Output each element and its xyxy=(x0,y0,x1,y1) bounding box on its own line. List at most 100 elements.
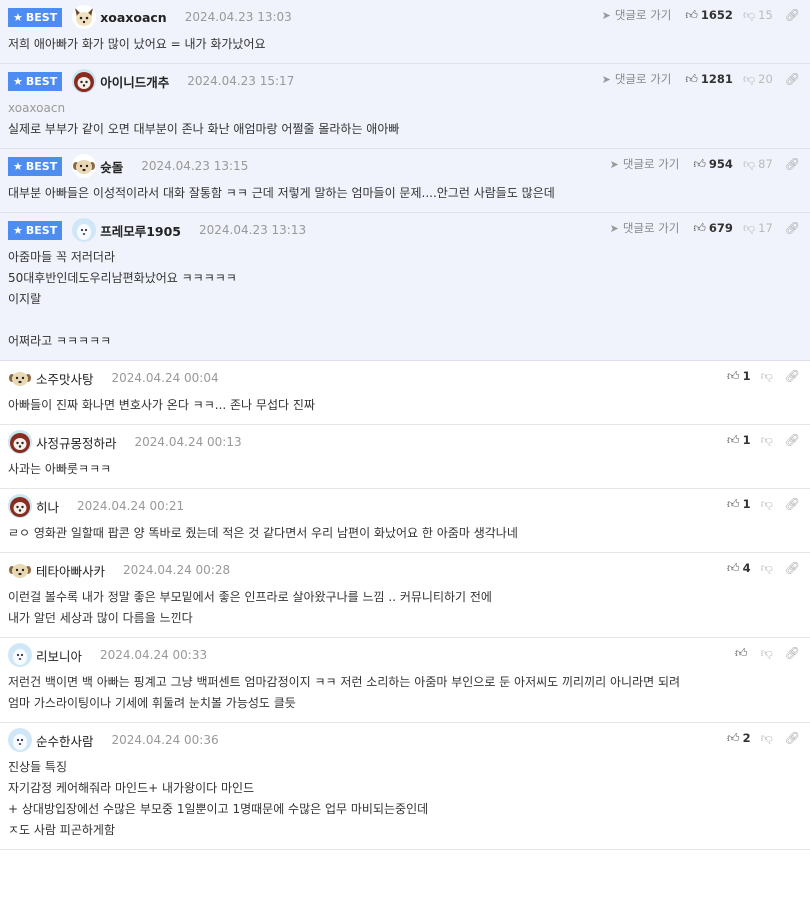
downvote-button[interactable]: 👎︎ xyxy=(761,562,773,574)
comment-body: 저희 애아빠가 화가 많이 났어요 = 내가 화가났어요 xyxy=(8,34,802,63)
go-to-reply-link[interactable]: ➤ 댓글로 가기 xyxy=(602,71,672,87)
nickname[interactable]: 소주맛사탕 xyxy=(36,369,94,388)
link-icon[interactable]: 🔗︎ xyxy=(785,222,800,234)
nickname[interactable]: 아이니드개추 xyxy=(100,72,169,91)
comment-line: 저희 애아빠가 화가 많이 났어요 = 내가 화가났어요 xyxy=(8,37,266,51)
avatar[interactable] xyxy=(8,494,32,518)
star-icon: ★ xyxy=(13,10,23,24)
avatar[interactable] xyxy=(8,643,32,667)
comment-body: ㄹㅇ 영화관 일할때 팝콘 양 똑바로 줬는데 적은 것 같다면서 우리 남편이… xyxy=(8,523,802,552)
comment-actions: ➤ 댓글로 가기 👍︎ 1652 👎︎ 15 🔗︎ xyxy=(602,0,800,30)
thumbs-down-icon: 👎︎ xyxy=(742,72,756,86)
upvote-count: 1652 xyxy=(700,8,733,22)
nickname[interactable]: 히나 xyxy=(36,497,59,516)
link-icon[interactable]: 🔗︎ xyxy=(785,73,800,85)
send-arrow-icon: ➤ xyxy=(601,72,611,86)
downvote-count: 87 xyxy=(758,157,773,171)
thumbs-down-icon: 👎︎ xyxy=(742,157,756,171)
upvote-count: 1281 xyxy=(700,72,733,86)
upvote-count: 954 xyxy=(708,157,733,171)
link-icon[interactable]: 🔗︎ xyxy=(785,434,800,446)
nickname[interactable]: xoaxoacn xyxy=(100,10,166,25)
nickname[interactable]: 사정규몽정하라 xyxy=(36,433,117,452)
comment: 히나 2024.04.24 00:21 👍︎ 1 👎︎ 🔗︎ ㄹㅇ 영화관 일할때… xyxy=(0,489,810,553)
nickname[interactable]: 프레모루1905 xyxy=(100,221,181,240)
downvote-count: 15 xyxy=(758,8,773,22)
avatar[interactable] xyxy=(72,5,97,29)
send-arrow-icon: ➤ xyxy=(609,157,619,171)
downvote-button[interactable]: 👎︎ 17 xyxy=(743,221,773,235)
upvote-button[interactable]: 👍︎ 1 xyxy=(727,369,751,383)
comment-date: 2024.04.24 00:28 xyxy=(123,563,231,577)
mention[interactable]: xoaxoacn xyxy=(8,101,65,115)
avatar[interactable] xyxy=(72,69,97,93)
comment-header: ★ BEST 아이니드개추 2024.04.23 15:17 ➤ 댓글로 가기 👍︎… xyxy=(8,64,802,98)
go-to-reply-link[interactable]: ➤ 댓글로 가기 xyxy=(610,156,680,172)
nickname[interactable]: 테타아빠사카 xyxy=(36,561,105,580)
comment-header: 히나 2024.04.24 00:21 👍︎ 1 👎︎ 🔗︎ xyxy=(8,489,802,523)
downvote-button[interactable]: 👎︎ xyxy=(761,732,773,744)
link-icon[interactable]: 🔗︎ xyxy=(785,732,800,744)
comment: 순수한사람 2024.04.24 00:36 👍︎ 2 👎︎ 🔗︎ 진상들 특징 자… xyxy=(0,723,810,850)
upvote-button[interactable]: 👍︎ 4 xyxy=(727,561,751,575)
upvote-count: 679 xyxy=(708,221,733,235)
upvote-button[interactable]: 👍︎ 1 xyxy=(727,433,751,447)
link-icon[interactable]: 🔗︎ xyxy=(785,158,800,170)
avatar[interactable] xyxy=(8,430,32,454)
nickname[interactable]: 순수한사람 xyxy=(36,731,94,750)
comment-header: 리보니아 2024.04.24 00:33 👍︎ 👎︎ 🔗︎ xyxy=(8,638,802,672)
downvote-button[interactable]: 👎︎ 20 xyxy=(743,72,773,86)
avatar[interactable] xyxy=(8,558,32,582)
thumbs-down-icon: 👎︎ xyxy=(742,221,756,235)
comment-line: 엄마 가스라이팅이나 기세에 휘둘려 눈치볼 가능성도 클듯 xyxy=(8,696,296,710)
link-icon[interactable]: 🔗︎ xyxy=(785,647,800,659)
comment-actions: ➤ 댓글로 가기 👍︎ 1281 👎︎ 20 🔗︎ xyxy=(602,64,800,94)
downvote-button[interactable]: 👎︎ 15 xyxy=(743,8,773,22)
send-arrow-icon: ➤ xyxy=(601,8,611,22)
upvote-button[interactable]: 👍︎ 1281 xyxy=(685,72,733,86)
comment-header: 순수한사람 2024.04.24 00:36 👍︎ 2 👎︎ 🔗︎ xyxy=(8,723,802,757)
comment-line: 50대후반인데도우리남편화났어요 ㅋㅋㅋㅋㅋ xyxy=(8,271,237,285)
downvote-button[interactable]: 👎︎ xyxy=(761,498,773,510)
avatar[interactable] xyxy=(8,728,32,752)
upvote-button[interactable]: 👍︎ 2 xyxy=(727,731,751,745)
upvote-button[interactable]: 👍︎ 954 xyxy=(693,157,733,171)
go-to-reply-link[interactable]: ➤ 댓글로 가기 xyxy=(610,220,680,236)
link-icon[interactable]: 🔗︎ xyxy=(785,562,800,574)
comment-header: ★ BEST xoaxoacn 2024.04.23 13:03 ➤ 댓글로 가기 … xyxy=(8,0,802,34)
upvote-button[interactable]: 👍︎ xyxy=(735,647,751,659)
nickname[interactable]: 슛돌 xyxy=(100,157,123,176)
link-icon[interactable]: 🔗︎ xyxy=(785,498,800,510)
downvote-button[interactable]: 👎︎ xyxy=(761,370,773,382)
upvote-button[interactable]: 👍︎ 679 xyxy=(693,221,733,235)
downvote-button[interactable]: 👎︎ 87 xyxy=(743,157,773,171)
upvote-button[interactable]: 👍︎ 1652 xyxy=(685,8,733,22)
best-comment: ★ BEST 프레모루1905 2024.04.23 13:13 ➤ 댓글로 가기 … xyxy=(0,213,810,361)
best-comment: ★ BEST xoaxoacn 2024.04.23 13:03 ➤ 댓글로 가기 … xyxy=(0,0,810,64)
avatar[interactable] xyxy=(8,366,32,390)
comment-date: 2024.04.24 00:13 xyxy=(134,435,242,449)
best-comment: ★ BEST 슛돌 2024.04.23 13:15 ➤ 댓글로 가기 👍︎ 954 … xyxy=(0,149,810,213)
best-comment: ★ BEST 아이니드개추 2024.04.23 15:17 ➤ 댓글로 가기 👍︎… xyxy=(0,64,810,149)
thumbs-up-icon: 👍︎ xyxy=(727,497,740,511)
link-icon[interactable]: 🔗︎ xyxy=(785,370,800,382)
comment-date: 2024.04.23 13:03 xyxy=(184,10,292,24)
thumbs-down-icon: 👎︎ xyxy=(760,646,773,660)
upvote-count: 1 xyxy=(742,433,751,447)
go-to-reply-link[interactable]: ➤ 댓글로 가기 xyxy=(602,7,672,23)
nickname[interactable]: 리보니아 xyxy=(36,646,82,665)
avatar[interactable] xyxy=(72,154,97,178)
downvote-button[interactable]: 👎︎ xyxy=(761,434,773,446)
comment-date: 2024.04.23 15:17 xyxy=(187,74,295,88)
comment-line: ㄹㅇ 영화관 일할때 팝콘 양 똑바로 줬는데 적은 것 같다면서 우리 남편이… xyxy=(8,526,518,540)
link-icon[interactable]: 🔗︎ xyxy=(785,9,800,21)
upvote-count: 2 xyxy=(742,731,751,745)
comment-line: 실제로 부부가 같이 오면 대부분이 존나 화난 애엄마랑 어쩔줄 몰라하는 애… xyxy=(8,122,400,136)
avatar[interactable] xyxy=(72,218,97,242)
comment-actions: 👍︎ 1 👎︎ 🔗︎ xyxy=(727,489,800,519)
downvote-button[interactable]: 👎︎ xyxy=(761,647,773,659)
comment-body: 아줌마들 꼭 저러더라 50대후반인데도우리남편화났어요 ㅋㅋㅋㅋㅋ 이지랄 어쩌라… xyxy=(8,247,802,360)
comment-body: 아빠들이 진짜 화나면 변호사가 온다 ㅋㅋ... 존나 무섭다 진짜 xyxy=(8,395,802,424)
comment-line: + 상대방입장에선 수많은 부모중 1일뿐이고 1명때문에 수많은 업무 마비되… xyxy=(8,802,429,816)
upvote-button[interactable]: 👍︎ 1 xyxy=(727,497,751,511)
